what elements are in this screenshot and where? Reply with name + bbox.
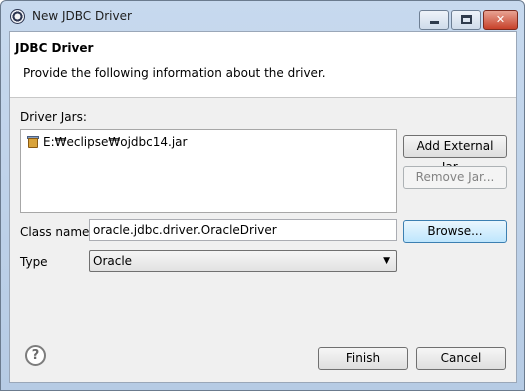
chevron-down-icon: ▼ <box>383 256 390 266</box>
close-icon: ✕ <box>495 13 506 26</box>
dialog-window: New JDBC Driver ✕ JDBC Driver Provide th… <box>0 0 525 391</box>
close-button[interactable]: ✕ <box>483 10 518 30</box>
minimize-icon <box>430 21 439 24</box>
maximize-icon <box>461 15 472 24</box>
page-title: JDBC Driver <box>15 41 94 55</box>
title-bar[interactable]: New JDBC Driver ✕ <box>1 1 524 31</box>
maximize-button[interactable] <box>451 10 481 30</box>
class-name-label: Class name: <box>20 225 94 239</box>
cancel-button[interactable]: Cancel <box>416 347 506 370</box>
class-name-field[interactable]: oracle.jdbc.driver.OracleDriver <box>89 219 397 241</box>
help-icon[interactable]: ? <box>25 345 46 366</box>
browse-button[interactable]: Browse... <box>403 220 507 243</box>
remove-jar-button[interactable]: Remove Jar... <box>403 166 507 189</box>
page-description: Provide the following information about … <box>23 66 326 80</box>
window-title: New JDBC Driver <box>32 9 132 23</box>
type-label: Type <box>20 255 48 269</box>
jar-icon <box>26 135 40 149</box>
driver-jars-list[interactable]: E:₩eclipse₩ojdbc14.jar <box>20 129 397 213</box>
type-selected-value: Oracle <box>93 254 133 268</box>
driver-jars-label: Driver Jars: <box>20 110 87 124</box>
wizard-header: JDBC Driver Provide the following inform… <box>10 32 516 98</box>
type-dropdown[interactable]: Oracle ▼ <box>89 250 397 272</box>
jar-path: E:₩eclipse₩ojdbc14.jar <box>43 135 188 149</box>
eclipse-icon <box>10 9 25 24</box>
add-external-jar-button[interactable]: Add External Jar... <box>403 135 507 174</box>
finish-button[interactable]: Finish <box>318 347 408 370</box>
dialog-body: JDBC Driver Provide the following inform… <box>9 31 517 383</box>
list-item[interactable]: E:₩eclipse₩ojdbc14.jar <box>26 134 187 150</box>
minimize-button[interactable] <box>419 10 449 30</box>
